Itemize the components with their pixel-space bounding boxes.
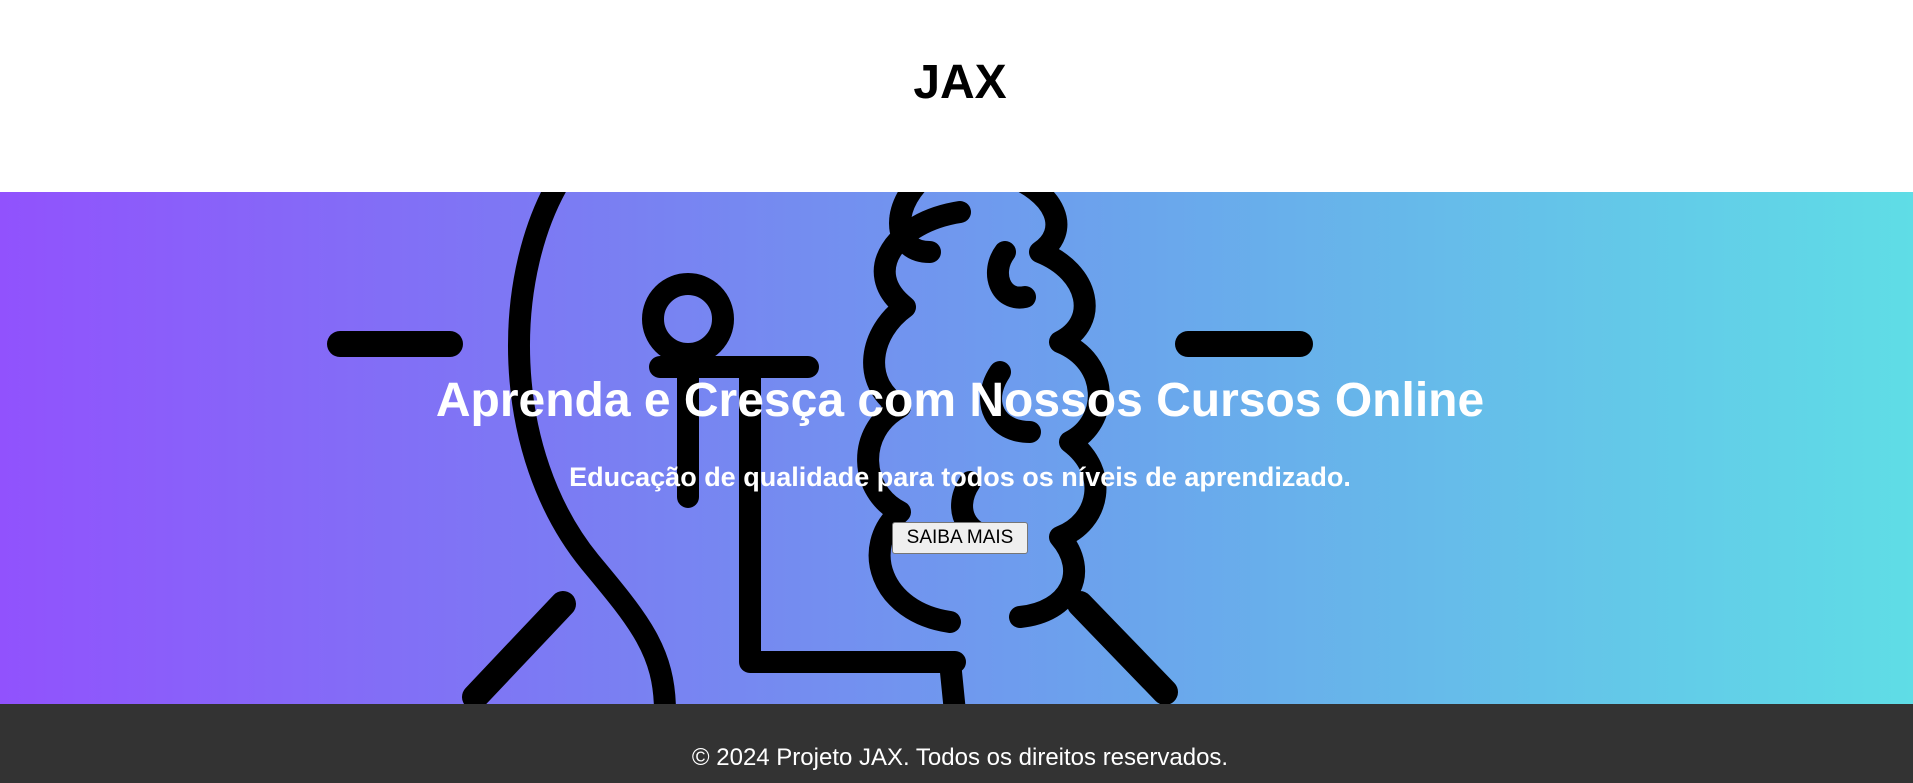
hero-title: Aprenda e Cresça com Nossos Cursos Onlin… [435, 374, 1485, 427]
lightbulb-brain-icon [327, 192, 1313, 704]
saiba-mais-button[interactable]: SAIBA MAIS [892, 522, 1028, 554]
site-footer: © 2024 Projeto JAX. Todos os direitos re… [0, 704, 1913, 783]
footer-copyright: © 2024 Projeto JAX. Todos os direitos re… [691, 744, 1229, 771]
site-header: JAX [0, 0, 1913, 192]
hero-section: Aprenda e Cresça com Nossos Cursos Onlin… [0, 192, 1913, 704]
hero-subtitle: Educação de qualidade para todos os níve… [569, 462, 1351, 492]
site-logo: JAX [913, 56, 1007, 109]
